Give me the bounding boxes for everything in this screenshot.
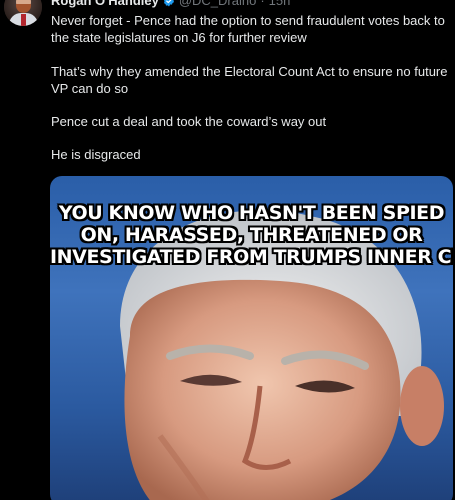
avatar-tie xyxy=(21,14,26,26)
verified-badge-icon xyxy=(163,0,175,7)
tweet-paragraph: That’s why they amended the Electoral Co… xyxy=(51,64,448,96)
timestamp[interactable]: 15h xyxy=(269,0,291,8)
tweet-text: Never forget - Pence had the option to s… xyxy=(51,12,451,163)
tweet[interactable]: Rogan O'Handley @DC_Draino · 15h Never f… xyxy=(0,0,455,500)
handle[interactable]: @DC_Draino xyxy=(179,0,257,8)
tweet-paragraph: He is disgraced xyxy=(51,147,141,162)
meme-caption: YOU KNOW WHO HASN'T BEEN SPIED ON, HARAS… xyxy=(50,202,453,268)
display-name[interactable]: Rogan O'Handley xyxy=(51,0,159,8)
avatar[interactable] xyxy=(4,0,42,26)
ear-shape xyxy=(400,366,444,446)
tweet-paragraph: Pence cut a deal and took the coward’s w… xyxy=(51,114,327,129)
tweet-paragraph: Never forget - Pence had the option to s… xyxy=(51,13,445,45)
separator: · xyxy=(260,0,265,8)
caption-line: ON, HARASSED, THREATENED OR xyxy=(80,224,423,246)
tweet-header: Rogan O'Handley @DC_Draino · 15h xyxy=(51,0,290,8)
tweet-media-image[interactable]: YOU KNOW WHO HASN'T BEEN SPIED ON, HARAS… xyxy=(50,176,453,500)
caption-line: INVESTIGATED FROM TRUMPS INNER CIRCLE?! xyxy=(50,246,453,268)
caption-line: YOU KNOW WHO HASN'T BEEN SPIED xyxy=(58,202,445,224)
